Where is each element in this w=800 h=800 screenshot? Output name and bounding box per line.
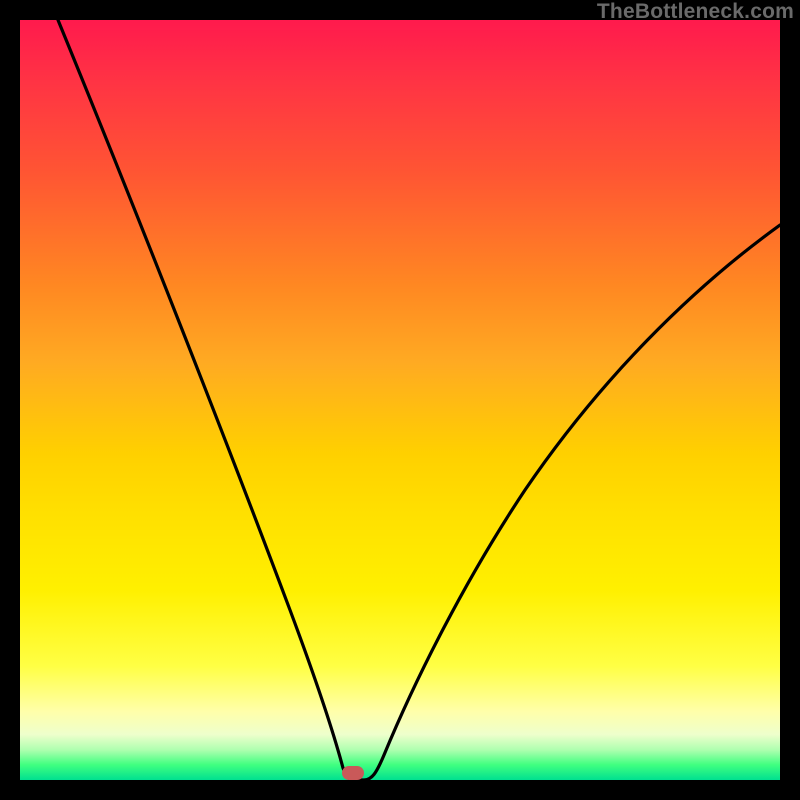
- optimal-marker: [342, 766, 364, 780]
- curve-svg: [20, 20, 780, 780]
- bottleneck-curve-right: [365, 225, 780, 780]
- bottleneck-curve-left: [58, 20, 365, 780]
- plot-area: [20, 20, 780, 780]
- chart-frame: TheBottleneck.com: [0, 0, 800, 800]
